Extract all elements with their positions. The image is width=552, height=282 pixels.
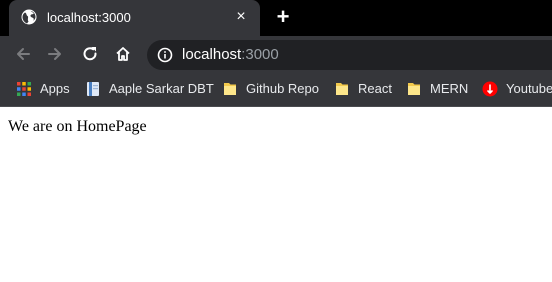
url-host: localhost [182,46,242,63]
tab-strip: localhost:3000 × + [0,0,552,36]
url-text[interactable]: localhost:3000 [182,46,279,64]
bookmark-label: Aaple Sarkar DBT [109,81,214,96]
bookmark-apps[interactable]: Apps [16,72,70,106]
url-port: :3000 [241,46,279,63]
page-icon [85,81,101,97]
bookmark-label: React [358,81,392,96]
home-icon[interactable] [113,44,133,64]
page-content: We are on HomePage [0,107,552,282]
info-icon[interactable] [157,47,173,63]
homepage-text: We are on HomePage [8,118,147,135]
address-bar[interactable]: localhost:3000 [147,40,552,70]
folder-icon [222,81,238,97]
apps-grid-icon [16,81,32,97]
bookmark-label: Apps [40,81,70,96]
folder-icon [334,81,350,97]
bookmark-label: MERN [430,81,469,96]
tab-close-button[interactable]: × [232,8,250,26]
globe-icon [21,9,37,25]
bookmark-aaple-sarkar-dbt[interactable]: Aaple Sarkar DBT [85,72,214,106]
arrow-right-icon[interactable] [45,44,65,64]
tab-title: localhost:3000 [47,10,131,25]
bookmark-label: Github Repo [246,81,319,96]
bookmark-mern[interactable]: MERN [406,72,468,106]
folder-icon [406,81,422,97]
bookmark-youtube[interactable]: Youtube [482,72,552,106]
new-tab-button[interactable]: + [272,6,294,28]
youtube-icon [482,81,498,97]
browser-tab[interactable]: localhost:3000 × [9,0,260,36]
reload-icon[interactable] [80,44,100,64]
bookmark-github-repo[interactable]: Github Repo [222,72,319,106]
arrow-left-icon[interactable] [13,44,33,64]
bookmarks-bar: Apps Aaple Sarkar DBT Github Repo React … [0,72,552,107]
bookmark-label: Youtube [506,81,552,96]
bookmark-react[interactable]: React [334,72,392,106]
